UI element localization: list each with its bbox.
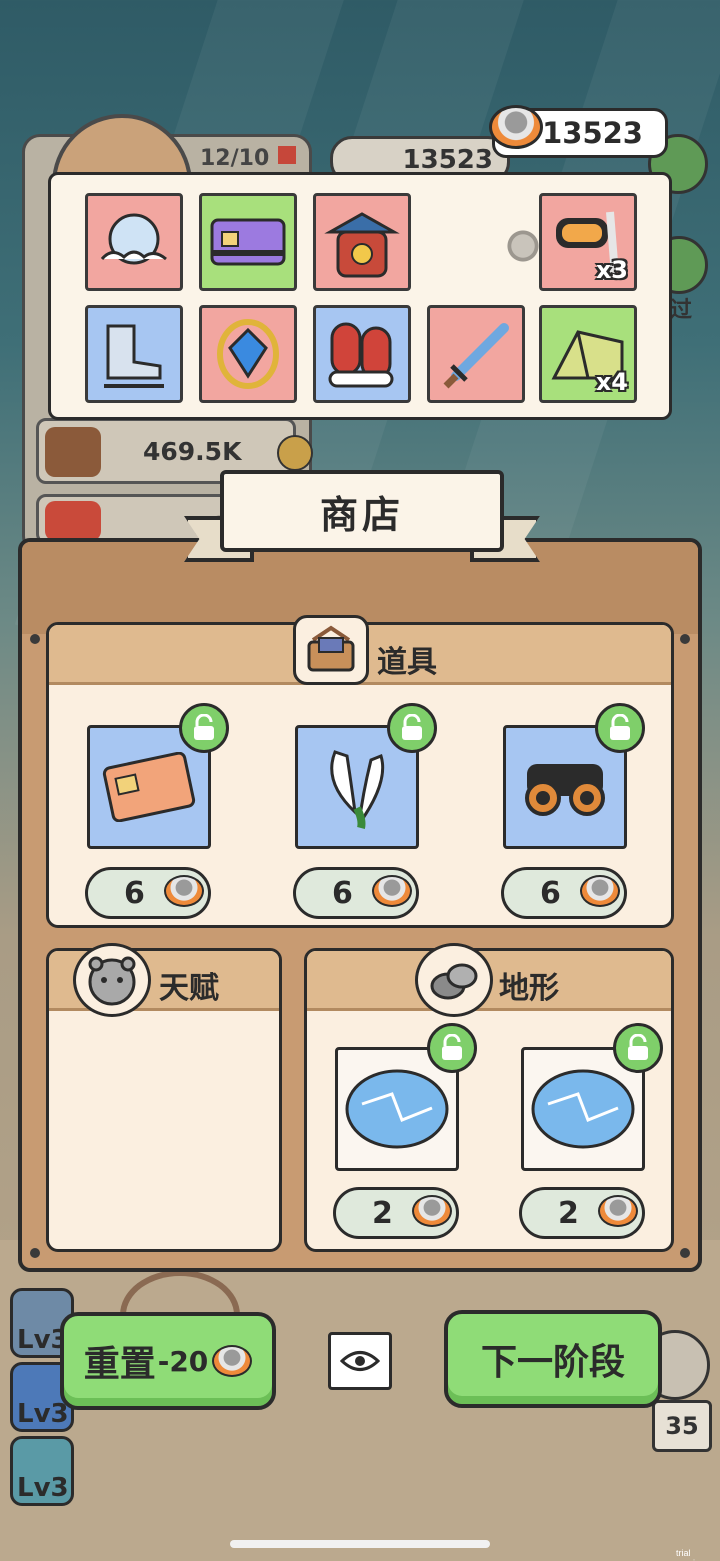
shop-title-ribbon: 商店 — [184, 470, 540, 562]
orange-card-icon — [102, 752, 196, 822]
background-row-value: 469.5K — [143, 437, 242, 466]
ice-floe-icon — [531, 1069, 635, 1149]
background-coin-value: 13523 — [402, 145, 493, 175]
inventory-panel: x3 x4 — [48, 172, 672, 420]
rocks-svg — [430, 963, 478, 1000]
flag-icon — [278, 146, 296, 164]
reset-button[interactable]: 重置 -20 — [60, 1312, 276, 1410]
props-section: 道具 6 6 6 — [46, 615, 674, 928]
price-button[interactable]: 2 — [519, 1187, 645, 1239]
bolt — [680, 634, 690, 644]
tin-can-icon — [580, 875, 620, 907]
hamster-icon — [73, 943, 151, 1017]
price-button[interactable]: 6 — [85, 867, 211, 919]
sword-icon — [443, 323, 509, 389]
inventory-slot-pagoda-charm[interactable] — [313, 193, 411, 291]
price-button[interactable]: 6 — [293, 867, 419, 919]
shop-title: 商店 — [220, 470, 504, 552]
tin-can-icon — [164, 875, 204, 907]
reset-cost: -20 — [157, 1344, 209, 1378]
props-section-title: 道具 — [377, 645, 437, 680]
watermark: trial version — [676, 1548, 705, 1561]
ice-skates-icon — [104, 324, 164, 388]
price-button[interactable]: 6 — [501, 867, 627, 919]
cloud-orb-icon — [100, 213, 167, 265]
price-value: 2 — [558, 1195, 579, 1231]
ice-floe-icon — [345, 1069, 449, 1149]
green-leaves-icon — [330, 750, 385, 829]
mammoth-icon — [45, 427, 101, 477]
inventory-slot-bank-card[interactable] — [199, 193, 297, 291]
padlock-svg — [610, 714, 630, 740]
price-button[interactable]: 2 — [333, 1187, 459, 1239]
tin-can-icon — [489, 105, 543, 149]
eye-icon — [340, 1351, 380, 1371]
pagoda-charm-icon — [324, 212, 400, 278]
bird-icon — [45, 501, 101, 541]
bolt — [30, 1248, 40, 1258]
background-progress-text: 12/10 — [200, 146, 270, 171]
tin-can-icon — [412, 1195, 452, 1227]
price-value: 6 — [332, 875, 353, 911]
hamster-svg — [88, 956, 136, 1006]
home-indicator[interactable] — [230, 1540, 490, 1548]
tin-can-icon — [598, 1195, 638, 1227]
paw-icon — [277, 435, 313, 471]
padlock-svg — [442, 1034, 462, 1060]
unlock-icon[interactable] — [595, 703, 645, 753]
unlock-icon[interactable] — [427, 1023, 477, 1073]
basket-icon — [293, 615, 369, 685]
level-badge: Lv3 — [10, 1436, 74, 1506]
loading-gear-icon — [505, 228, 541, 264]
padlock-svg — [628, 1034, 648, 1060]
inventory-slot-sword[interactable] — [427, 305, 525, 403]
inventory-slot-gem-amulet[interactable] — [199, 305, 297, 403]
padlock-svg — [402, 714, 422, 740]
padlock-svg — [194, 714, 214, 740]
talent-section: 天赋 — [46, 943, 282, 1252]
inventory-slot-tent[interactable]: x4 — [539, 305, 637, 403]
price-value: 2 — [372, 1195, 393, 1231]
bolt — [680, 1248, 690, 1258]
toggle-view-button[interactable] — [328, 1332, 392, 1390]
talent-section-title: 天赋 — [159, 971, 219, 1006]
price-value: 6 — [540, 875, 561, 911]
next-stage-button[interactable]: 下一阶段 — [444, 1310, 662, 1408]
coin-counter: 13523 — [489, 105, 668, 158]
item-count: x3 — [595, 256, 628, 284]
reset-label: 重置 — [83, 1344, 156, 1385]
bank-card-icon — [210, 218, 286, 266]
mittens-icon — [328, 322, 394, 388]
item-count: x4 — [595, 368, 628, 396]
gem-amulet-icon — [217, 319, 279, 389]
unlock-icon[interactable] — [613, 1023, 663, 1073]
tin-can-icon — [372, 875, 412, 907]
inventory-slot-mittens[interactable] — [313, 305, 411, 403]
terrain-section: 地形 2 2 — [304, 943, 674, 1252]
tin-can-icon — [212, 1345, 253, 1377]
coin-counter-value: 13523 — [542, 116, 643, 150]
corner-count: 35 — [652, 1400, 712, 1452]
bolt — [30, 634, 40, 644]
basket-svg — [307, 625, 355, 672]
unlock-icon[interactable] — [179, 703, 229, 753]
level-label: Lv3 — [17, 1473, 69, 1503]
terrain-section-title: 地形 — [499, 971, 559, 1006]
inventory-slot-snorkel-mask[interactable]: x3 — [539, 193, 637, 291]
price-value: 6 — [124, 875, 145, 911]
level-label: Lv3 — [17, 1399, 69, 1429]
next-stage-label: 下一阶段 — [480, 1342, 625, 1383]
rocks-icon — [415, 943, 493, 1017]
inventory-slot-cloud-orb[interactable] — [85, 193, 183, 291]
binoculars-icon — [525, 764, 605, 816]
unlock-icon[interactable] — [387, 703, 437, 753]
skip-label: 过 — [670, 298, 693, 323]
inventory-slot-ice-skates[interactable] — [85, 305, 183, 403]
